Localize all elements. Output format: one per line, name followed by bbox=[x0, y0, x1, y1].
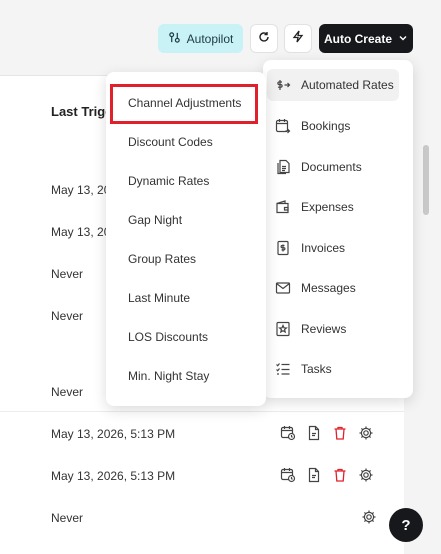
chevron-down-icon bbox=[398, 32, 408, 46]
menu-item-automated-rates[interactable]: Automated Rates bbox=[267, 69, 399, 101]
schedule-icon[interactable] bbox=[280, 467, 296, 483]
highlight-annotation bbox=[110, 84, 258, 124]
calendar-icon bbox=[275, 118, 291, 134]
table-cell-last-triggered: Never bbox=[51, 309, 84, 323]
submenu-item-discount-codes[interactable]: Discount Codes bbox=[128, 135, 213, 149]
auto-create-menu: Automated Rates Bookings Documents Expen… bbox=[263, 60, 413, 398]
quick-action-button[interactable] bbox=[284, 24, 312, 53]
menu-item-expenses[interactable]: Expenses bbox=[267, 191, 399, 223]
envelope-icon bbox=[275, 280, 291, 296]
menu-item-bookings[interactable]: Bookings bbox=[267, 110, 399, 142]
autopilot-icon bbox=[168, 31, 181, 47]
autopilot-button[interactable]: Autopilot bbox=[158, 24, 243, 53]
menu-item-reviews[interactable]: Reviews bbox=[267, 313, 399, 345]
delete-icon[interactable] bbox=[332, 467, 348, 483]
document-icon[interactable] bbox=[306, 425, 322, 441]
table-cell-last-triggered: May 13, 2026, 5:13 PM bbox=[51, 469, 176, 483]
checklist-icon bbox=[275, 361, 291, 377]
menu-item-label: Reviews bbox=[301, 322, 347, 336]
submenu-item-dynamic-rates[interactable]: Dynamic Rates bbox=[128, 174, 209, 188]
document-icon[interactable] bbox=[306, 467, 322, 483]
documents-icon bbox=[275, 159, 291, 175]
dollar-arrow-icon bbox=[275, 77, 291, 93]
menu-item-documents[interactable]: Documents bbox=[267, 151, 399, 183]
help-button[interactable]: ? bbox=[389, 508, 423, 542]
delete-icon[interactable] bbox=[332, 425, 348, 441]
menu-item-label: Documents bbox=[301, 160, 362, 174]
table-cell-last-triggered: May 13, 2026, 5:13 PM bbox=[51, 427, 176, 441]
schedule-icon[interactable] bbox=[280, 425, 296, 441]
submenu-item-group-rates[interactable]: Group Rates bbox=[128, 252, 196, 266]
star-icon bbox=[275, 321, 291, 337]
gear-icon[interactable] bbox=[361, 509, 377, 525]
menu-item-tasks[interactable]: Tasks bbox=[267, 353, 399, 385]
refresh-button[interactable] bbox=[250, 24, 278, 53]
scrollbar-thumb[interactable] bbox=[423, 145, 429, 215]
menu-item-label: Invoices bbox=[301, 241, 346, 255]
row-actions bbox=[361, 509, 377, 525]
menu-item-label: Tasks bbox=[301, 362, 332, 376]
refresh-icon bbox=[258, 30, 270, 48]
menu-item-label: Automated Rates bbox=[301, 78, 394, 92]
auto-create-label: Auto Create bbox=[323, 31, 392, 46]
menu-item-messages[interactable]: Messages bbox=[267, 272, 399, 304]
row-actions bbox=[280, 425, 374, 441]
table-cell-last-triggered: Never bbox=[51, 511, 84, 525]
bolt-icon bbox=[292, 30, 304, 48]
table-cell-last-triggered: Never bbox=[51, 267, 84, 281]
submenu-item-los-discounts[interactable]: LOS Discounts bbox=[128, 330, 208, 344]
submenu-item-min-night-stay[interactable]: Min. Night Stay bbox=[128, 369, 209, 383]
submenu-item-last-minute[interactable]: Last Minute bbox=[128, 291, 190, 305]
row-actions bbox=[280, 467, 374, 483]
column-header-last-triggered: Last Trigg bbox=[51, 104, 114, 119]
menu-item-label: Messages bbox=[301, 281, 356, 295]
invoice-icon bbox=[275, 240, 291, 256]
submenu-item-gap-night[interactable]: Gap Night bbox=[128, 213, 182, 227]
menu-item-label: Expenses bbox=[301, 200, 354, 214]
autopilot-label: Autopilot bbox=[186, 31, 234, 46]
wallet-icon bbox=[275, 199, 291, 215]
menu-item-invoices[interactable]: Invoices bbox=[267, 232, 399, 264]
gear-icon[interactable] bbox=[358, 425, 374, 441]
section-divider bbox=[0, 411, 404, 412]
table-cell-last-triggered: Never bbox=[51, 385, 84, 399]
auto-create-button[interactable]: Auto Create bbox=[319, 24, 413, 53]
gear-icon[interactable] bbox=[358, 467, 374, 483]
menu-item-label: Bookings bbox=[301, 119, 351, 133]
